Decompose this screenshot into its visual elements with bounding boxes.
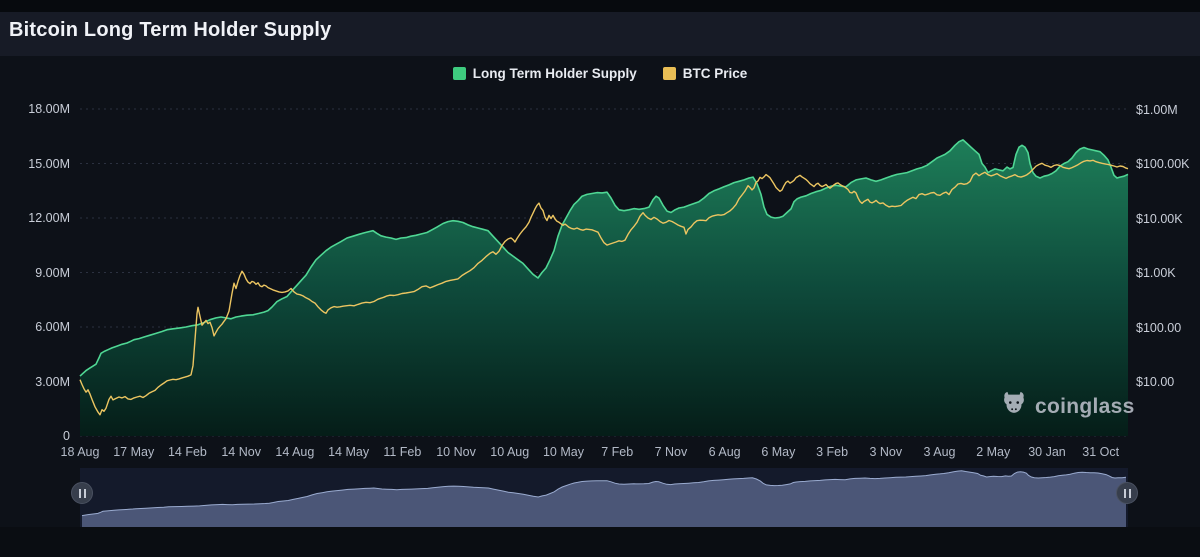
y-axis-label-left: 3.00M <box>35 374 70 389</box>
y-axis-label-left: 12.00M <box>28 211 70 225</box>
legend-item-lth-supply[interactable]: Long Term Holder Supply <box>452 66 637 81</box>
y-axis-label-right: $1.00K <box>1136 266 1176 280</box>
chart-plot-area[interactable] <box>80 100 1128 436</box>
x-axis-label: 31 Oct <box>1082 445 1120 459</box>
legend-item-btc-price[interactable]: BTC Price <box>662 66 748 81</box>
y-axis-label-right: $10.00K <box>1136 211 1183 226</box>
legend-swatch-green <box>452 67 466 80</box>
y-axis-label-right: $100.00 <box>1136 320 1182 335</box>
legend-label-btc-price: BTC Price <box>682 66 748 81</box>
y-axis-label-right: $10.00 <box>1136 375 1175 389</box>
y-axis-label-left: 15.00M <box>28 156 70 171</box>
legend-label-lth-supply: Long Term Holder Supply <box>472 66 637 81</box>
y-axis-label-left: 18.00M <box>28 102 70 116</box>
y-axis-label-left: 9.00M <box>35 265 70 280</box>
y-axis-label-left: 6.00M <box>35 320 70 334</box>
range-navigator-track[interactable] <box>80 468 1128 527</box>
navigator-left-handle[interactable] <box>71 482 93 504</box>
y-axis-label-right: $1.00M <box>1136 102 1178 117</box>
chart-legend: Long Term Holder Supply BTC Price <box>0 66 1200 81</box>
navigator-right-handle[interactable] <box>1116 482 1138 504</box>
coinglass-chart-widget: Bitcoin Long Term Holder Supply Long Ter… <box>0 0 1200 557</box>
y-axis-label-left: 0 <box>63 429 70 443</box>
y-axis-label-right: $100.00K <box>1136 157 1190 171</box>
legend-swatch-yellow <box>662 67 676 80</box>
